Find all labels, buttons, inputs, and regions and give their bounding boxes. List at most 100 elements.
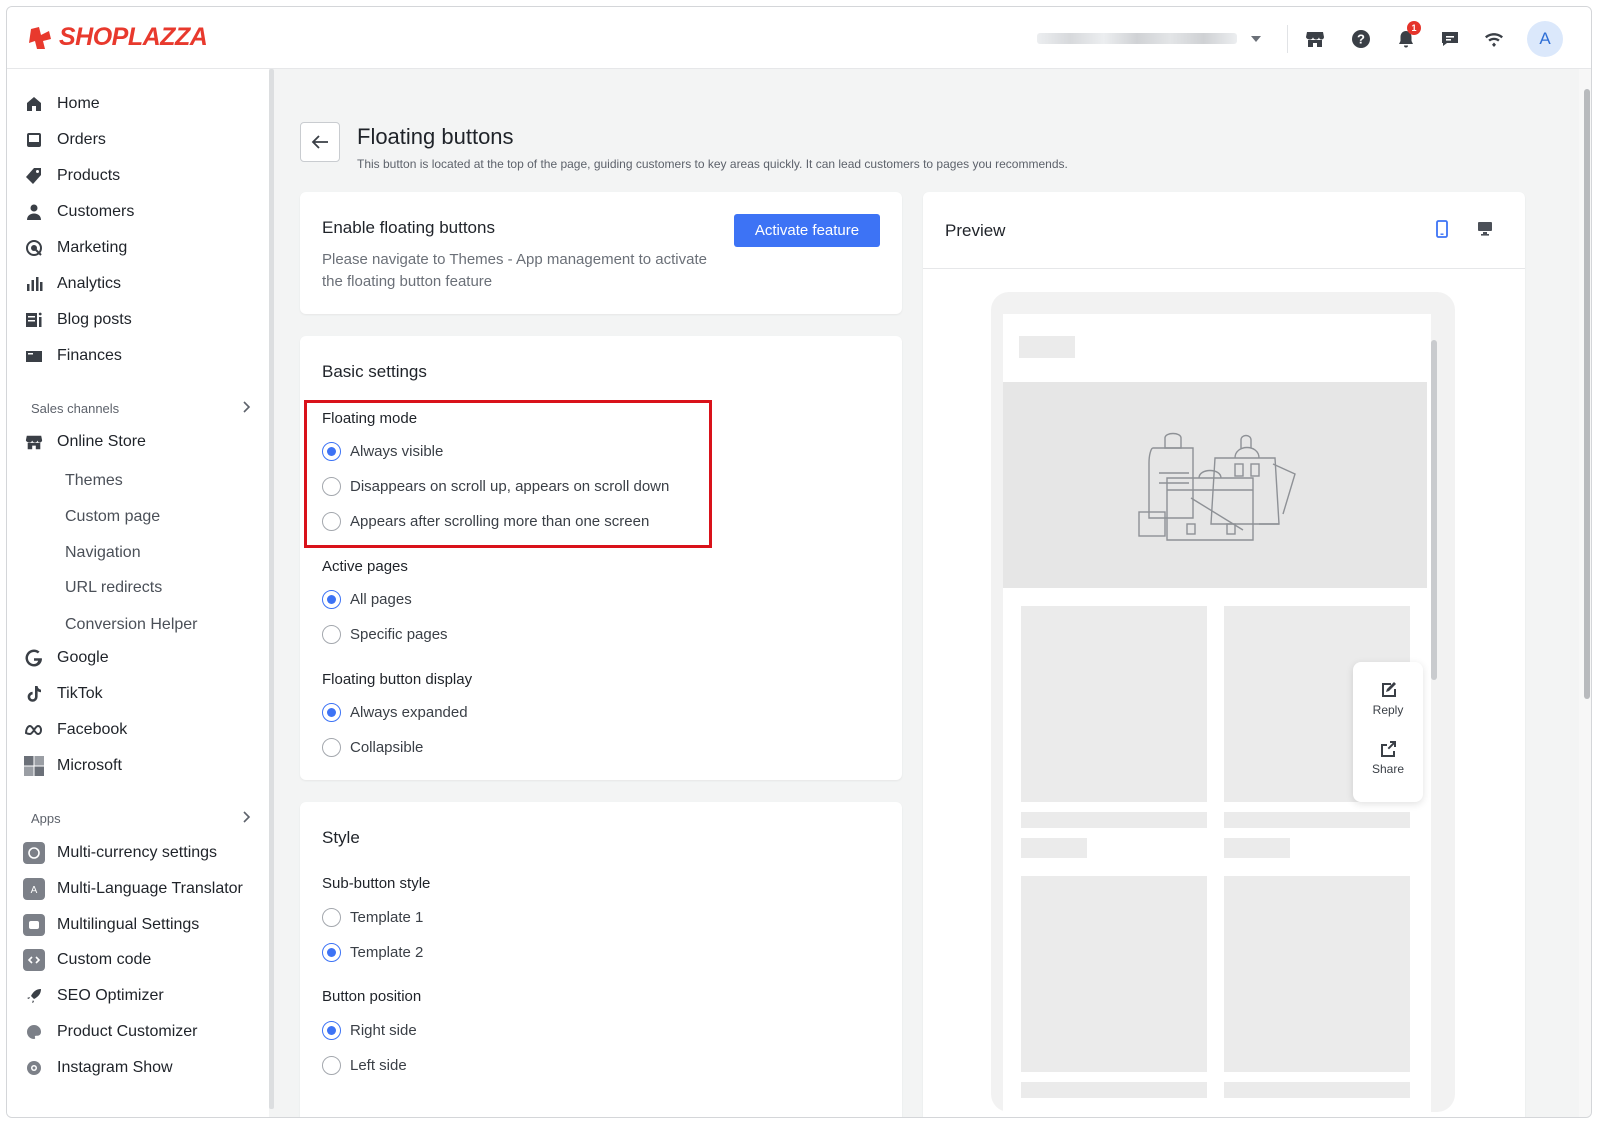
product-card-image xyxy=(1224,876,1410,1072)
sidebar-item-tiktok[interactable]: TikTok xyxy=(23,679,103,709)
top-bar: SHOPLAZZA ? 1 A xyxy=(7,7,1591,69)
active-pages-option-all[interactable]: All pages xyxy=(322,590,412,609)
sidebar-scrollbar[interactable] xyxy=(269,69,274,1109)
floating-mode-option-always-visible[interactable]: Always visible xyxy=(322,442,443,461)
page-description: This button is located at the top of the… xyxy=(357,157,1068,171)
sidebar-item-label: Multi-currency settings xyxy=(57,844,218,861)
sidebar-item-orders[interactable]: Orders xyxy=(23,125,106,155)
sidebar: Home Orders Products Customers Marketing… xyxy=(7,69,269,1117)
sidebar-item-online-store[interactable]: Online Store xyxy=(23,427,146,457)
radio-selected[interactable] xyxy=(322,590,341,609)
sidebar-sub-url-redirects[interactable]: URL redirects xyxy=(65,575,162,601)
sidebar-item-microsoft[interactable]: Microsoft xyxy=(23,751,122,781)
desktop-view-icon[interactable] xyxy=(1477,221,1493,242)
sidebar-item-analytics[interactable]: Analytics xyxy=(23,269,121,299)
chat-icon[interactable] xyxy=(1438,27,1462,51)
sidebar-item-label: Orders xyxy=(57,131,106,148)
page-scrollbar-thumb[interactable] xyxy=(1584,89,1590,699)
chevron-right-icon xyxy=(241,811,251,826)
help-icon[interactable]: ? xyxy=(1349,27,1373,51)
sidebar-item-facebook[interactable]: Facebook xyxy=(23,715,127,745)
sidebar-item-marketing[interactable]: Marketing xyxy=(23,233,127,263)
style-card: Style Sub-button style Template 1 Templa… xyxy=(300,802,902,1117)
tag-icon xyxy=(23,165,45,187)
brand-logo[interactable]: SHOPLAZZA xyxy=(27,23,208,52)
button-position-right[interactable]: Right side xyxy=(322,1021,417,1040)
sidebar-item-label: Facebook xyxy=(57,721,128,738)
floating-mode-option-scroll-toggle[interactable]: Disappears on scroll up, appears on scro… xyxy=(322,477,669,496)
storefront-icon[interactable] xyxy=(1303,27,1327,51)
radio-unselected[interactable] xyxy=(322,1056,341,1075)
sidebar-item-label: TikTok xyxy=(57,685,103,702)
sidebar-item-home[interactable]: Home xyxy=(23,89,100,119)
button-position-left[interactable]: Left side xyxy=(322,1056,407,1075)
radio-label: All pages xyxy=(350,591,412,608)
sub-button-style-template-2[interactable]: Template 2 xyxy=(322,943,423,962)
floating-button-group: Reply Share xyxy=(1353,662,1423,802)
sidebar-item-google[interactable]: Google xyxy=(23,643,109,673)
wifi-icon[interactable] xyxy=(1482,27,1506,51)
translate-icon: A xyxy=(23,878,45,900)
basic-settings-title: Basic settings xyxy=(322,362,427,381)
radio-selected[interactable] xyxy=(322,943,341,962)
radio-unselected[interactable] xyxy=(322,625,341,644)
phone-screen[interactable]: Reply Share xyxy=(1003,314,1431,1114)
enable-card-text: Please navigate to Themes - App manageme… xyxy=(322,251,707,290)
radio-selected[interactable] xyxy=(322,442,341,461)
sidebar-item-products[interactable]: Products xyxy=(23,161,120,191)
sidebar-app-instagram-show[interactable]: Instagram Show xyxy=(23,1053,173,1083)
sidebar-item-label: Custom code xyxy=(57,951,152,968)
sidebar-sub-themes[interactable]: Themes xyxy=(65,468,123,494)
topbar-divider xyxy=(1287,25,1288,53)
sidebar-sub-conversion-helper[interactable]: Conversion Helper xyxy=(65,612,198,638)
share-floating-button[interactable]: Share xyxy=(1353,739,1423,776)
brand-name: SHOPLAZZA xyxy=(59,23,208,51)
display-option-collapsible[interactable]: Collapsible xyxy=(322,738,423,757)
share-icon xyxy=(1381,741,1396,757)
enable-card-title: Enable floating buttons xyxy=(322,218,495,237)
radio-unselected[interactable] xyxy=(322,477,341,496)
avatar[interactable]: A xyxy=(1527,21,1563,57)
sidebar-app-seo-optimizer[interactable]: SEO Optimizer xyxy=(23,981,164,1011)
activate-feature-button[interactable]: Activate feature xyxy=(734,214,880,247)
mobile-view-icon[interactable] xyxy=(1435,220,1449,243)
sidebar-item-customers[interactable]: Customers xyxy=(23,197,134,227)
sidebar-item-label: Marketing xyxy=(57,239,128,256)
enable-card: Enable floating buttons Please navigate … xyxy=(300,192,902,314)
floating-mode-option-after-one-screen[interactable]: Appears after scrolling more than one sc… xyxy=(322,512,649,531)
sidebar-sub-custom-page[interactable]: Custom page xyxy=(65,504,160,530)
radio-unselected[interactable] xyxy=(322,738,341,757)
apps-header[interactable]: Apps xyxy=(31,811,251,826)
sidebar-app-product-customizer[interactable]: Product Customizer xyxy=(23,1017,198,1047)
radio-selected[interactable] xyxy=(322,703,341,722)
wallet-icon xyxy=(23,345,45,367)
sidebar-sub-navigation[interactable]: Navigation xyxy=(65,540,141,566)
sidebar-app-custom-code[interactable]: Custom code xyxy=(23,945,151,975)
product-card-price xyxy=(1021,838,1087,858)
instagram-icon xyxy=(23,1057,45,1079)
radio-unselected[interactable] xyxy=(322,512,341,531)
sub-button-style-template-1[interactable]: Template 1 xyxy=(322,908,423,927)
active-pages-option-specific[interactable]: Specific pages xyxy=(322,625,448,644)
storefront-icon xyxy=(23,431,45,453)
sidebar-item-label: Product Customizer xyxy=(57,1023,198,1040)
back-button[interactable] xyxy=(300,122,340,162)
microsoft-icon xyxy=(23,755,45,777)
sales-channels-header[interactable]: Sales channels xyxy=(31,401,251,416)
reply-floating-button[interactable]: Reply xyxy=(1353,680,1423,717)
sidebar-app-multi-language-translator[interactable]: A Multi-Language Translator xyxy=(23,874,243,904)
bell-icon[interactable]: 1 xyxy=(1394,21,1421,51)
store-selector[interactable] xyxy=(1037,33,1261,44)
display-option-always-expanded[interactable]: Always expanded xyxy=(322,703,468,722)
sidebar-item-blog-posts[interactable]: Blog posts xyxy=(23,305,132,335)
radio-label: Template 2 xyxy=(350,944,424,961)
radio-unselected[interactable] xyxy=(322,908,341,927)
radio-selected[interactable] xyxy=(322,1021,341,1040)
share-label: Share xyxy=(1371,762,1405,776)
sidebar-app-multi-currency[interactable]: Multi-currency settings xyxy=(23,838,217,868)
skeleton-logo xyxy=(1019,336,1075,358)
edit-note-icon xyxy=(1382,682,1396,697)
preview-scrollbar[interactable] xyxy=(1431,340,1437,680)
sidebar-app-multilingual-settings[interactable]: Multilingual Settings xyxy=(23,910,199,940)
sidebar-item-finances[interactable]: Finances xyxy=(23,341,122,371)
